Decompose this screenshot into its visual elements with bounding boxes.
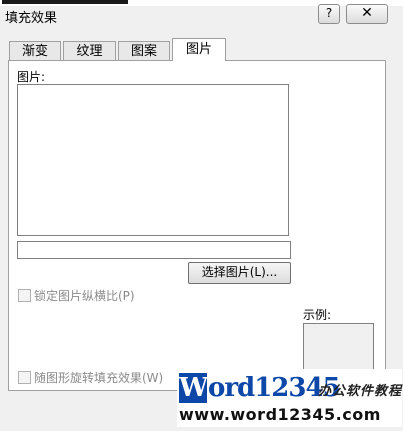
lock-aspect-checkbox[interactable] [18,289,31,302]
watermark-badge: W [179,373,209,403]
picture-label: 图片: [17,70,46,84]
watermark-url: www.word12345.com [179,405,381,424]
sample-label: 示例: [303,308,332,322]
tab-gradient[interactable]: 渐变 [9,41,61,60]
window-title: 填充效果 [5,11,58,26]
cropped-title-remnant [2,0,128,4]
rotate-fill-checkbox[interactable] [18,371,31,384]
lock-aspect-label: 锁定图片纵横比(P) [34,289,135,303]
tab-picture[interactable]: 图片 [172,38,226,61]
rotate-fill-label: 随图形旋转填充效果(W) [34,371,164,385]
tab-texture[interactable]: 纹理 [63,41,116,60]
top-strip [0,0,403,6]
watermark: W ord12345 办公软件教程 www.word12345.com [177,369,402,427]
select-picture-button[interactable]: 选择图片(L)... [188,262,291,284]
watermark-cn-text: 办公软件教程 [318,384,403,399]
picture-preview-box [17,84,289,236]
fill-effects-dialog: 填充效果 ? ✕ 渐变 纹理 图案 图片 图片: 选择图片(L)... 锁定图片… [0,0,403,431]
help-button[interactable]: ? [318,4,340,24]
picture-path-field [17,241,291,259]
close-button[interactable]: ✕ [346,4,388,24]
tab-pattern[interactable]: 图案 [118,41,170,60]
